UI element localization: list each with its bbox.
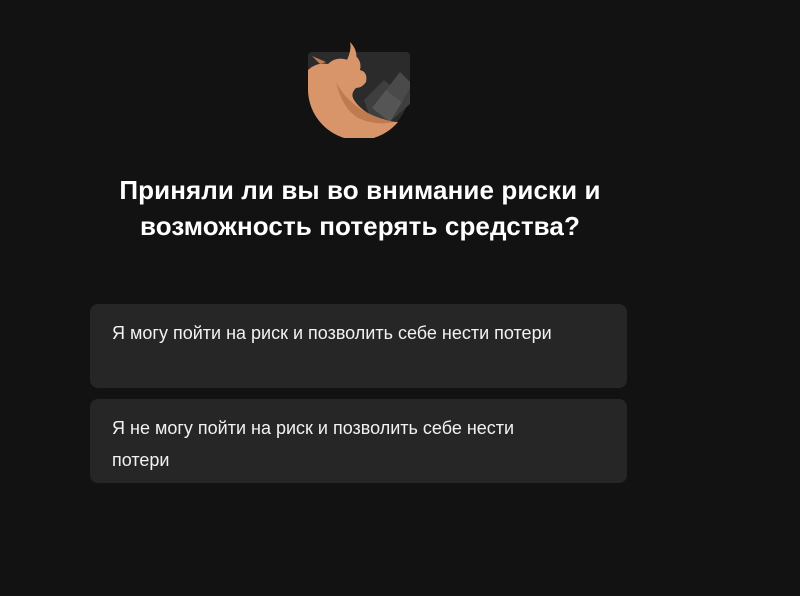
option-label: Я могу пойти на риск и позволить себе не… [112,323,552,343]
bull-logo [306,42,411,141]
option-label: Я не могу пойти на риск и позволить себе… [112,418,515,470]
bull-icon [307,42,410,141]
option-accept-risk-button[interactable]: Я могу пойти на риск и позволить себе не… [90,304,627,388]
option-decline-risk-button[interactable]: Я не могу пойти на риск и позволить себе… [90,399,627,483]
question-heading: Приняли ли вы во внимание риски и возмож… [119,175,601,241]
